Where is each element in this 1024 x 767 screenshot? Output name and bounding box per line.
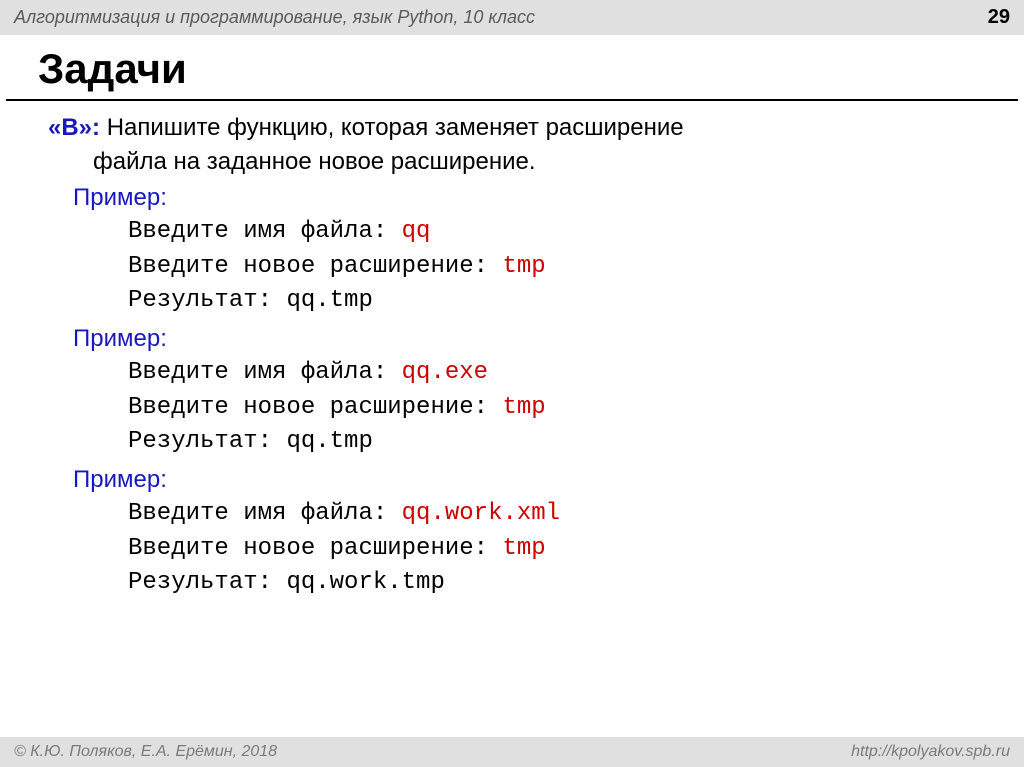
footer-url: http://kpolyakov.spb.ru bbox=[851, 743, 1010, 761]
example-label: Пример: bbox=[48, 181, 994, 215]
example-result: Результат: qq.tmp bbox=[48, 284, 994, 319]
example-prompt-filename: Введите имя файла: qq.exe bbox=[48, 356, 994, 391]
task-label: «B»: bbox=[48, 114, 100, 141]
task-desc-2: файла на заданное новое расширение. bbox=[48, 145, 994, 179]
subject-text: Алгоритмизация и программирование, язык … bbox=[14, 7, 535, 28]
example-prompt-ext: Введите новое расширение: tmp bbox=[48, 250, 994, 285]
example-prompt-ext: Введите новое расширение: tmp bbox=[48, 532, 994, 567]
example-result: Результат: qq.tmp bbox=[48, 425, 994, 460]
copyright-text: © К.Ю. Поляков, Е.А. Ерёмин, 2018 bbox=[14, 743, 277, 761]
example-result: Результат: qq.work.tmp bbox=[48, 566, 994, 601]
slide-footer: © К.Ю. Поляков, Е.А. Ерёмин, 2018 http:/… bbox=[0, 737, 1024, 767]
page-number: 29 bbox=[988, 6, 1010, 29]
example-prompt-filename: Введите имя файла: qq.work.xml bbox=[48, 497, 994, 532]
slide-title: Задачи bbox=[6, 35, 1018, 101]
example-label: Пример: bbox=[48, 463, 994, 497]
slide-header: Алгоритмизация и программирование, язык … bbox=[0, 0, 1024, 35]
task-desc-1: Напишите функцию, которая заменяет расши… bbox=[100, 114, 684, 141]
example-label: Пример: bbox=[48, 322, 994, 356]
example-prompt-ext: Введите новое расширение: tmp bbox=[48, 391, 994, 426]
task-line1: «B»: Напишите функцию, которая заменяет … bbox=[48, 111, 994, 145]
slide-content: «B»: Напишите функцию, которая заменяет … bbox=[0, 111, 1024, 601]
example-prompt-filename: Введите имя файла: qq bbox=[48, 215, 994, 250]
